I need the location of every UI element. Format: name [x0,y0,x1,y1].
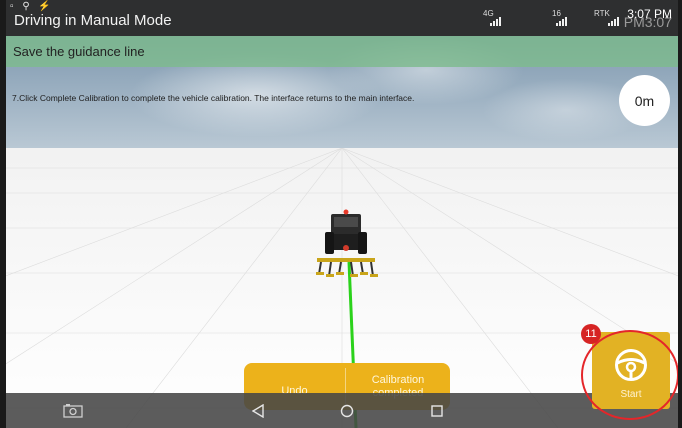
clock: 3:07 PM [627,7,672,21]
recents-button[interactable] [427,401,447,421]
camera-icon [63,404,83,418]
distance-indicator: 0m [619,75,670,126]
screenshot-button[interactable] [62,401,84,421]
recents-square-icon [431,405,443,417]
instruction-text: 7.Click Complete Calibration to complete… [12,93,415,103]
notification-icons: ▫ ⚲ ⚡ [10,1,54,12]
page-title: Driving in Manual Mode [14,12,172,29]
tractor-model [316,209,378,277]
app-screen: ▫ ⚲ ⚡ Driving in Manual Mode 4G 16 RTK P… [6,0,678,428]
distance-value: 0m [634,92,655,109]
signal-4g-icon [490,17,501,26]
navigation-bar [6,393,678,428]
guidance-header: Save the guidance line [6,36,678,67]
step-badge: 11 [581,324,601,344]
back-triangle-icon [252,404,264,418]
step-number: 11 [585,328,597,340]
rtk-signal-icon [608,17,619,26]
annotation-highlight-circle [581,330,678,420]
status-bar: ▫ ⚲ ⚡ Driving in Manual Mode 4G 16 RTK P… [6,0,678,36]
instruction-panel: 7.Click Complete Calibration to complete… [6,67,678,149]
back-button[interactable] [248,401,268,421]
guidance-label: Save the guidance line [13,44,145,59]
home-circle-icon [340,404,354,418]
home-button[interactable] [337,401,357,421]
satellite-signal-icon [556,17,567,26]
